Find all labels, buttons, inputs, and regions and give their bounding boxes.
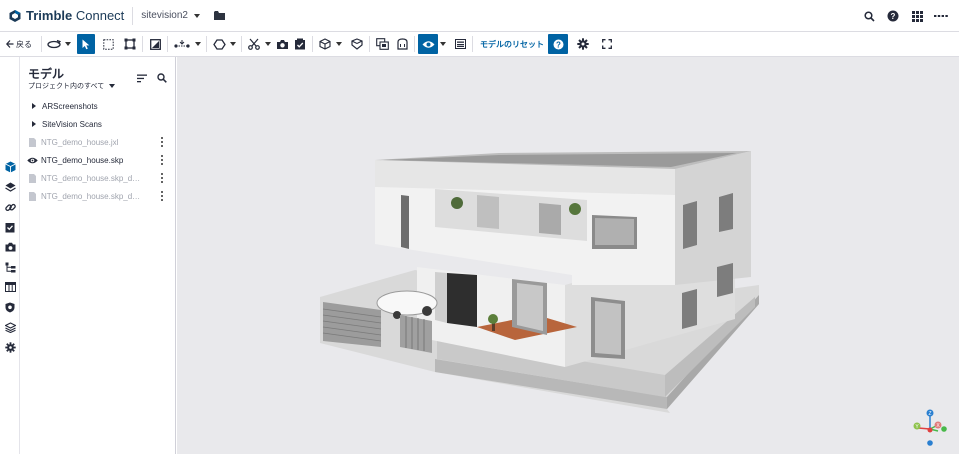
eye-visible-icon[interactable] (26, 157, 38, 164)
snapshots-camera-icon[interactable] (3, 240, 17, 254)
box-select-icon[interactable] (99, 34, 117, 54)
trimble-logo-icon (9, 9, 21, 22)
link-icon[interactable] (3, 200, 17, 214)
svg-text:Z: Z (928, 411, 931, 417)
folder-row-arscreenshots[interactable]: ARScreenshots (20, 97, 176, 115)
sort-icon[interactable] (135, 71, 149, 85)
model-label: NTG_demo_house.jxl (41, 137, 119, 147)
divider (369, 36, 370, 52)
svg-text:?: ? (891, 12, 896, 21)
apps-grid-icon[interactable] (905, 4, 929, 28)
more-options-icon[interactable] (158, 136, 166, 148)
3d-viewport[interactable]: Z Y X (177, 57, 959, 454)
snapshot-camera-icon[interactable] (273, 34, 291, 54)
hide-object-icon[interactable] (348, 34, 366, 54)
markup-shape-icon[interactable] (210, 34, 228, 54)
clip-scissors-icon[interactable] (245, 34, 263, 54)
left-tool-rail (0, 57, 20, 454)
orbit-options-dropdown[interactable] (63, 42, 73, 46)
folder-label: ARScreenshots (42, 101, 98, 111)
model-label: NTG_demo_house.skp_demo... (41, 173, 143, 183)
expand-caret-icon[interactable] (30, 103, 38, 109)
model-label: NTG_demo_house.skp (41, 155, 124, 165)
object-options-dropdown[interactable] (334, 42, 344, 46)
folder-icon[interactable] (214, 11, 225, 20)
scope-filter-label: プロジェクト内のすべて (28, 83, 105, 90)
project-name: sitevision2 (141, 10, 188, 21)
search-icon[interactable] (857, 4, 881, 28)
chevron-down-icon (109, 84, 116, 88)
divider (206, 36, 207, 52)
model-row-skp-demo-2[interactable]: NTG_demo_house.skp_demo... (20, 187, 176, 205)
project-selector[interactable]: sitevision2 (141, 10, 200, 21)
hierarchy-tree-icon[interactable] (3, 260, 17, 274)
measure-options-dropdown[interactable] (193, 42, 203, 46)
file-icon (27, 137, 37, 147)
user-menu-icon[interactable] (929, 4, 953, 28)
viewer-toolbar: 戻る モデルのリセット ? (0, 32, 959, 57)
reset-model-button[interactable]: モデルのリセット (476, 39, 548, 50)
chevron-down-icon (194, 13, 200, 18)
panel-title: モデル (28, 67, 65, 81)
divider (167, 36, 168, 52)
shield-icon[interactable] (3, 300, 17, 314)
more-options-icon[interactable] (158, 190, 166, 202)
folder-row-sitevision-scans[interactable]: SiteVision Scans (20, 115, 176, 133)
svg-text:?: ? (556, 40, 561, 49)
todo-checklist-icon[interactable] (3, 220, 17, 234)
extensions-gear-icon[interactable] (3, 340, 17, 354)
back-button[interactable]: 戻る (0, 39, 38, 50)
more-options-icon[interactable] (158, 172, 166, 184)
isolate-icon[interactable] (146, 34, 164, 54)
models-panel: モデル プロジェクト内のすべて ARScreenshots SiteVision… (20, 57, 176, 454)
pointcloud-layers-icon[interactable] (3, 320, 17, 334)
divider (312, 36, 313, 52)
help-icon[interactable]: ? (881, 4, 905, 28)
model-row-jxl[interactable]: NTG_demo_house.jxl (20, 133, 176, 151)
create-todo-icon[interactable] (291, 34, 309, 54)
arrow-left-icon (6, 40, 14, 48)
panel-search-icon[interactable] (155, 71, 169, 85)
section-box-icon[interactable] (121, 34, 139, 54)
fullscreen-icon[interactable] (598, 34, 616, 54)
house-3d-model[interactable] (177, 57, 959, 454)
keyboard-icon[interactable] (451, 34, 469, 54)
select-tool-icon[interactable] (77, 34, 95, 54)
markup-options-dropdown[interactable] (228, 42, 238, 46)
model-row-skp[interactable]: NTG_demo_house.skp (20, 151, 176, 169)
model-row-skp-demo-1[interactable]: NTG_demo_house.skp_demo... (20, 169, 176, 187)
app-brand: Trimble Connect (26, 8, 125, 23)
more-options-icon[interactable] (158, 154, 166, 166)
back-label: 戻る (16, 39, 32, 49)
file-icon (27, 191, 37, 201)
divider (241, 36, 242, 52)
model-label: NTG_demo_house.skp_demo... (41, 191, 143, 201)
clip-options-dropdown[interactable] (263, 42, 273, 46)
file-icon (27, 173, 37, 183)
visibility-options-dropdown[interactable] (438, 42, 448, 46)
navigation-axis-gizmo[interactable]: Z Y X (910, 409, 950, 449)
divider (472, 36, 473, 52)
divider (132, 6, 134, 25)
layers-icon[interactable] (3, 180, 17, 194)
top-bar: Trimble Connect sitevision2 ? (0, 0, 959, 32)
properties-table-icon[interactable] (3, 280, 17, 294)
measure-tool-icon[interactable] (171, 34, 193, 54)
divider (414, 36, 415, 52)
divider (41, 36, 42, 52)
visibility-eye-icon[interactable] (418, 34, 438, 54)
folder-label: SiteVision Scans (42, 119, 102, 129)
ghost-mode-icon[interactable] (393, 34, 411, 54)
scope-filter-dropdown[interactable]: プロジェクト内のすべて (28, 81, 116, 91)
object-cube-icon[interactable] (316, 34, 334, 54)
orbit-tool-icon[interactable] (45, 34, 63, 54)
models-cube-icon[interactable] (3, 160, 17, 174)
settings-gear-icon[interactable] (574, 34, 592, 54)
divider (142, 36, 143, 52)
trimble-connect-logo[interactable]: Trimble Connect (8, 8, 124, 23)
help-question-icon[interactable]: ? (548, 34, 568, 54)
expand-caret-icon[interactable] (30, 121, 38, 127)
compare-views-icon[interactable] (373, 34, 391, 54)
